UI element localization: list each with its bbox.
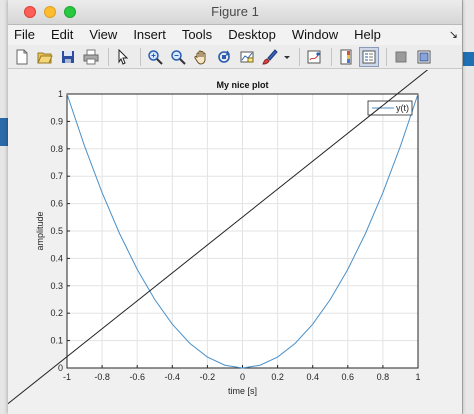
dock-figure-icon[interactable]: ↘ bbox=[449, 25, 458, 45]
x-tick-label: 0.6 bbox=[342, 372, 355, 382]
chart-title: My nice plot bbox=[216, 80, 268, 90]
menu-file[interactable]: File bbox=[8, 25, 43, 45]
menu-bar: File Edit View Insert Tools Desktop Wind… bbox=[8, 25, 462, 45]
x-tick-label: 0.4 bbox=[306, 372, 319, 382]
colorbar-icon[interactable] bbox=[336, 47, 356, 67]
y-tick-label: 0.1 bbox=[50, 336, 63, 346]
zoom-in-icon[interactable] bbox=[145, 47, 165, 67]
menu-window[interactable]: Window bbox=[284, 25, 346, 45]
save-icon[interactable] bbox=[58, 47, 78, 67]
zoom-out-icon[interactable] bbox=[168, 47, 188, 67]
toolbar-separator bbox=[299, 47, 300, 66]
x-tick-label: -0.2 bbox=[200, 372, 216, 382]
toolbar-separator bbox=[331, 47, 332, 66]
print-icon[interactable] bbox=[81, 47, 101, 67]
background-window-strip bbox=[463, 52, 474, 66]
data-cursor-icon[interactable] bbox=[237, 47, 257, 67]
link-plot-icon[interactable] bbox=[304, 47, 324, 67]
figure-canvas[interactable]: -1 -0.8 -0.6 -0.4 -0.2 0 0.2 0.4 0.6 0.8 1 0 0.1 0.2 0… bbox=[8, 70, 462, 414]
x-axis-label: time [s] bbox=[228, 386, 257, 396]
y-tick-label: 0 bbox=[58, 363, 63, 373]
menu-help[interactable]: Help bbox=[346, 25, 389, 45]
y-tick-label: 1 bbox=[58, 89, 63, 99]
toolbar-separator bbox=[386, 47, 387, 66]
legend-icon[interactable] bbox=[359, 46, 379, 67]
pointer-icon[interactable] bbox=[113, 47, 133, 67]
plot-svg[interactable]: -1 -0.8 -0.6 -0.4 -0.2 0 0.2 0.4 0.6 0.8 1 0 0.1 0.2 0… bbox=[8, 70, 462, 414]
toolbar-separator bbox=[140, 47, 141, 66]
y-tick-label: 0.5 bbox=[50, 226, 63, 236]
close-window-button[interactable] bbox=[24, 6, 36, 18]
show-plot-tools-icon[interactable] bbox=[414, 47, 434, 67]
y-tick-label: 0.2 bbox=[50, 308, 63, 318]
y-tick-label: 0.3 bbox=[50, 281, 63, 291]
x-tick-label: 1 bbox=[415, 372, 420, 382]
brush-icon[interactable] bbox=[260, 47, 280, 67]
y-tick-label: 0.9 bbox=[50, 116, 63, 126]
minimize-window-button[interactable] bbox=[44, 6, 56, 18]
x-tick-label: -1 bbox=[63, 372, 71, 382]
pan-hand-icon[interactable] bbox=[191, 47, 211, 67]
window-title: Figure 1 bbox=[211, 4, 259, 19]
figure-window: Figure 1 File Edit View Insert Tools Des… bbox=[8, 0, 462, 414]
y-axis-label: amplitude bbox=[35, 211, 45, 250]
y-tick-label: 0.4 bbox=[50, 253, 63, 263]
open-file-icon[interactable] bbox=[35, 47, 55, 67]
x-tick-label: 0.8 bbox=[377, 372, 390, 382]
hide-plot-tools-icon[interactable] bbox=[391, 47, 411, 67]
zoom-window-button[interactable] bbox=[64, 6, 76, 18]
new-figure-icon[interactable] bbox=[12, 47, 32, 67]
dropdown-arrow-icon[interactable] bbox=[283, 47, 291, 67]
y-tick-label: 0.8 bbox=[50, 144, 63, 154]
x-tick-label: -0.4 bbox=[165, 372, 181, 382]
menu-desktop[interactable]: Desktop bbox=[220, 25, 284, 45]
menu-insert[interactable]: Insert bbox=[125, 25, 174, 45]
x-tick-label: 0 bbox=[240, 372, 245, 382]
figure-toolbar bbox=[8, 45, 462, 69]
legend-entry: y(t) bbox=[396, 103, 409, 113]
x-tick-label: -0.8 bbox=[94, 372, 110, 382]
x-tick-label: -0.6 bbox=[129, 372, 145, 382]
menu-edit[interactable]: Edit bbox=[43, 25, 81, 45]
x-tick-label: 0.2 bbox=[271, 372, 284, 382]
menu-tools[interactable]: Tools bbox=[174, 25, 220, 45]
y-tick-label: 0.7 bbox=[50, 171, 63, 181]
y-tick-label: 0.6 bbox=[50, 199, 63, 209]
background-window-right bbox=[462, 0, 474, 414]
toolbar-separator bbox=[108, 47, 109, 66]
menu-view[interactable]: View bbox=[81, 25, 125, 45]
title-bar[interactable]: Figure 1 bbox=[8, 0, 462, 25]
rotate-3d-icon[interactable] bbox=[214, 47, 234, 67]
